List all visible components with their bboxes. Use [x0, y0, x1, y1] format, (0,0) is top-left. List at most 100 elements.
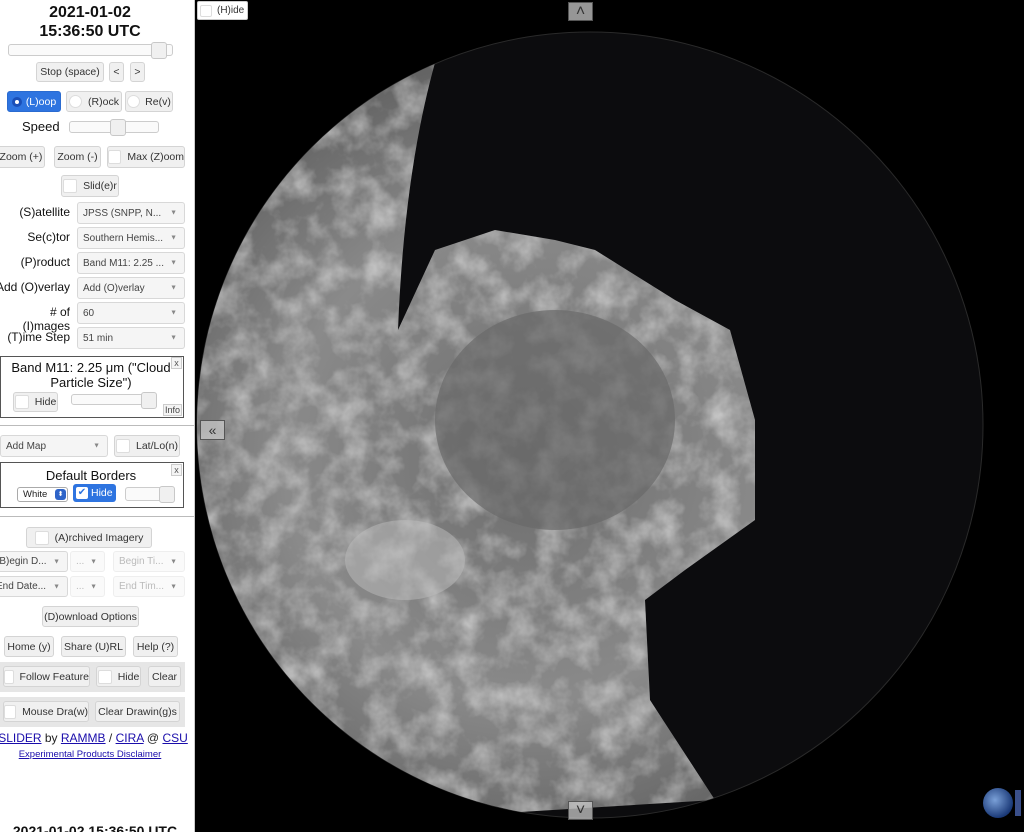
prev-frame-button[interactable]: < [109, 62, 124, 82]
product-value: Band M11: 2.25 ... [83, 257, 164, 269]
sector-select[interactable]: Southern Hemis... ▼ [77, 227, 185, 249]
begin-date-select[interactable]: (B)egin D... ▼ [0, 551, 68, 572]
speed-slider[interactable] [69, 119, 159, 136]
borders-opacity-slider[interactable] [125, 486, 175, 503]
collapse-sidebar-button[interactable]: « [200, 420, 225, 440]
checkbox-icon [34, 530, 49, 545]
follow-feature-toggle[interactable]: Follow Feature [3, 666, 90, 687]
satellite-viewer[interactable]: (H)ide ˄ ˅ « [195, 0, 1024, 832]
next-frame-button[interactable]: > [130, 62, 145, 82]
satellite-select[interactable]: JPSS (SNPP, N... ▼ [77, 202, 185, 224]
borders-hide-toggle[interactable]: ✔ Hide [73, 484, 116, 502]
end-time-value: End Tim... [119, 581, 165, 592]
home-button[interactable]: Home (y) [4, 636, 54, 657]
images-select[interactable]: 60 ▼ [77, 302, 185, 324]
disclaimer-link[interactable]: Experimental Products Disclaimer [19, 749, 162, 760]
credits-at: @ [143, 731, 163, 745]
latlon-toggle[interactable]: Lat/Lo(n) [114, 435, 180, 457]
reverse-mode-button[interactable]: Re(v) [125, 91, 173, 112]
slider-link[interactable]: SLIDER [0, 731, 42, 745]
product-panel-close-button[interactable]: x [171, 357, 182, 369]
borders-panel: Default Borders x White ⬍ ✔ Hide [0, 462, 184, 508]
stop-button[interactable]: Stop (space) [36, 62, 104, 82]
end-mid-select[interactable]: ... ▼ [70, 576, 105, 597]
sector-label: Se(c)tor [27, 230, 70, 244]
zoom-out-button[interactable]: Zoom (-) [54, 146, 101, 168]
disclaimer-line: Experimental Products Disclaimer [0, 749, 180, 760]
overlay-label: Add (O)verlay [0, 280, 70, 294]
archived-imagery-toggle[interactable]: (A)rchived Imagery [26, 527, 152, 548]
timestep-label: (T)ime Step [7, 330, 70, 344]
cira-logo [983, 788, 1024, 828]
satellite-label: (S)atellite [19, 205, 70, 219]
rammb-link[interactable]: RAMMB [61, 731, 106, 745]
add-map-value: Add Map [6, 440, 47, 452]
product-label: (P)roduct [20, 255, 70, 269]
timestep-select[interactable]: 51 min ▼ [77, 327, 185, 349]
chevron-down-icon: ▼ [170, 558, 177, 565]
borders-opacity-thumb[interactable] [159, 486, 175, 503]
clear-drawings-button[interactable]: Clear Drawin(g)s [95, 701, 180, 722]
csu-link[interactable]: CSU [162, 731, 187, 745]
borders-panel-title: Default Borders [45, 468, 137, 483]
checkbox-icon [108, 150, 122, 164]
latlon-label: Lat/Lo(n) [135, 440, 179, 452]
images-value: 60 [83, 307, 95, 319]
slider-toggle-label: Slid(e)r [83, 180, 117, 192]
feature-hide-label: Hide [117, 670, 140, 683]
overlay-value: Add (O)verlay [83, 282, 145, 294]
end-date-select[interactable]: End Date... ▼ [0, 576, 68, 597]
satellite-value: JPSS (SNPP, N... [83, 207, 162, 219]
feature-clear-button[interactable]: Clear [148, 666, 181, 687]
rock-mode-button[interactable]: (R)ock [66, 91, 122, 112]
pan-up-button[interactable]: ˄ [568, 2, 593, 21]
end-time-select[interactable]: End Tim... ▼ [113, 576, 185, 597]
cira-link[interactable]: CIRA [116, 731, 144, 745]
product-opacity-thumb[interactable] [141, 392, 157, 409]
overlay-select[interactable]: Add (O)verlay ▼ [77, 277, 185, 299]
product-hide-toggle[interactable]: Hide [13, 392, 58, 412]
control-sidebar: 2021-01-02 15:36:50 UTC Stop (space) < >… [0, 0, 195, 832]
chevron-down-icon: ˅ [575, 801, 586, 819]
product-select[interactable]: Band M11: 2.25 ... ▼ [77, 252, 185, 274]
borders-panel-close-button[interactable]: x [171, 464, 182, 476]
radio-icon [69, 95, 83, 108]
speed-slider-thumb[interactable] [110, 119, 126, 136]
zoom-in-button[interactable]: Zoom (+) [0, 146, 45, 168]
end-mid-value: ... [76, 581, 85, 592]
product-panel-title: Band M11: 2.25 μm ("Cloud Particle Size"… [11, 360, 171, 390]
share-url-button[interactable]: Share (U)RL [61, 636, 126, 657]
download-options-button[interactable]: (D)ownload Options [42, 606, 139, 627]
double-chevron-left-icon: « [208, 422, 217, 438]
footer-timestamp: 2021-01-02 15:36:50 UTC [12, 823, 178, 832]
rock-mode-label: (R)ock [88, 95, 119, 108]
chevron-down-icon: ▼ [170, 259, 177, 267]
timeline-slider[interactable] [8, 42, 173, 59]
product-opacity-slider[interactable] [71, 392, 157, 409]
max-zoom-toggle[interactable]: Max (Z)oom [107, 146, 185, 168]
chevron-down-icon: ▼ [170, 234, 177, 242]
credits-line: SLIDER by RAMMB / CIRA @ CSU [0, 731, 188, 745]
slider-toggle[interactable]: Slid(e)r [61, 175, 119, 197]
begin-time-value: Begin Ti... [119, 556, 164, 567]
timeline-slider-thumb[interactable] [151, 42, 167, 59]
pan-down-button[interactable]: ˅ [568, 801, 593, 820]
add-map-select[interactable]: Add Map ▼ [0, 435, 108, 457]
begin-mid-select[interactable]: ... ▼ [70, 551, 105, 572]
chevron-down-icon: ▼ [170, 334, 177, 342]
begin-time-select[interactable]: Begin Ti... ▼ [113, 551, 185, 572]
product-info-button[interactable]: Info [162, 404, 182, 416]
chevron-down-icon: ▼ [93, 442, 100, 450]
current-datetime: 2021-01-02 15:36:50 UTC [0, 3, 180, 41]
hide-overlay-toggle[interactable]: (H)ide [197, 1, 248, 20]
begin-date-value: (B)egin D... [0, 556, 47, 567]
cyclone-region [345, 520, 465, 600]
loop-mode-button[interactable]: (L)oop [7, 91, 61, 112]
drawing-bar: Mouse Dra(w) Clear Drawin(g)s [0, 697, 185, 727]
timestep-value: 51 min [83, 332, 114, 344]
feature-hide-toggle[interactable]: Hide [96, 666, 141, 687]
help-button[interactable]: Help (?) [133, 636, 178, 657]
mouse-draw-toggle[interactable]: Mouse Dra(w) [3, 701, 89, 722]
chevron-down-icon: ▼ [90, 558, 97, 565]
border-color-select[interactable]: White ⬍ [17, 487, 68, 502]
